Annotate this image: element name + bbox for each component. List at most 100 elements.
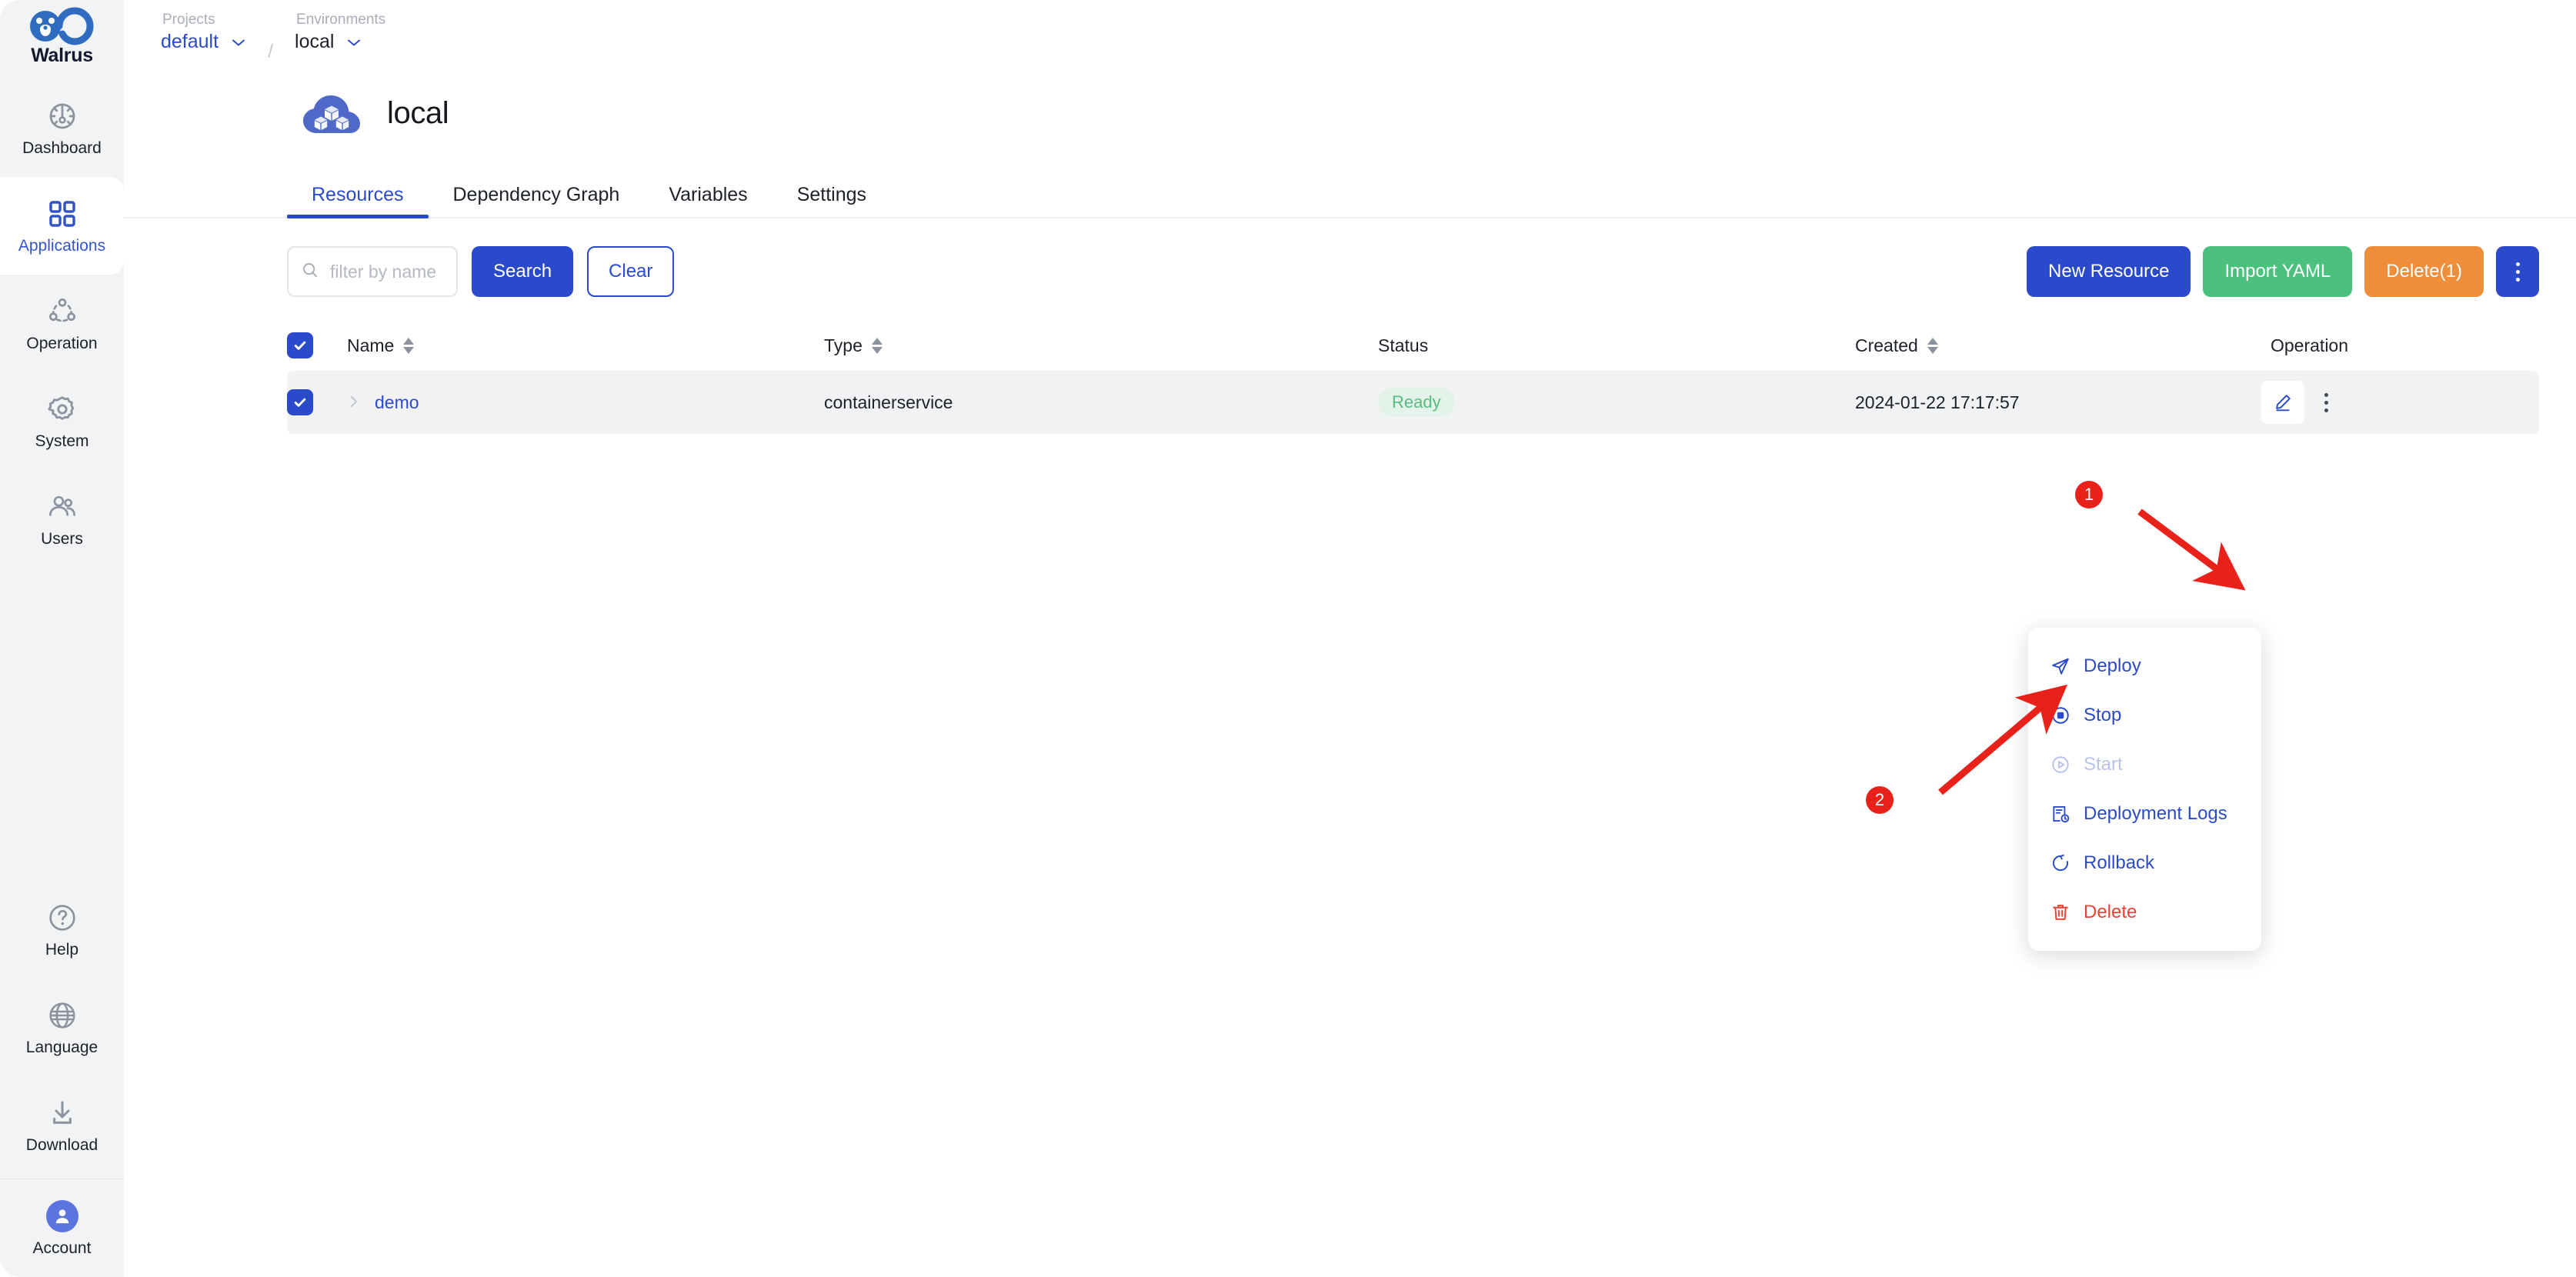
dashboard-icon xyxy=(46,100,78,132)
column-header-type[interactable]: Type xyxy=(824,335,1378,356)
sidebar-item-applications[interactable]: Applications xyxy=(0,177,124,275)
tab-dependency-graph[interactable]: Dependency Graph xyxy=(429,185,645,217)
clear-button[interactable]: Clear xyxy=(587,246,675,297)
table-toolbar: Search Clear New Resource Import YAML De… xyxy=(124,245,2576,298)
chevron-down-icon xyxy=(231,38,246,47)
sidebar-item-help[interactable]: Help xyxy=(0,881,124,979)
tab-bar: Resources Dependency Graph Variables Set… xyxy=(124,171,2576,218)
kebab-menu-icon xyxy=(2324,392,2328,412)
annotation-marker-1: 1 xyxy=(2075,481,2103,508)
column-header-created[interactable]: Created xyxy=(1855,335,2224,356)
menu-item-rollback[interactable]: Rollback xyxy=(2028,839,2261,888)
operation-nodes-icon xyxy=(46,295,78,328)
column-header-status: Status xyxy=(1378,335,1855,356)
import-yaml-button[interactable]: Import YAML xyxy=(2203,246,2353,297)
breadcrumb-separator: / xyxy=(268,41,274,62)
annotation-marker-2: 2 xyxy=(1866,786,1894,814)
delete-button[interactable]: Delete(1) xyxy=(2364,246,2484,297)
sidebar-item-label: Dashboard xyxy=(22,139,102,157)
sidebar-item-label: Applications xyxy=(18,237,106,255)
menu-item-label: Stop xyxy=(2084,705,2122,725)
edit-resource-button[interactable] xyxy=(2261,381,2304,424)
sidebar-item-account[interactable]: Account xyxy=(0,1179,124,1277)
table-row[interactable]: demo containerservice Ready 2024-01-22 1… xyxy=(287,371,2539,434)
search-icon xyxy=(301,261,319,283)
tab-settings[interactable]: Settings xyxy=(772,185,891,217)
sidebar-item-dashboard[interactable]: Dashboard xyxy=(0,79,124,177)
projects-caption: Projects xyxy=(162,12,215,28)
column-header-name[interactable]: Name xyxy=(347,335,824,356)
chevron-down-icon xyxy=(346,38,362,47)
projects-selector[interactable]: default xyxy=(161,30,246,53)
sidebar-item-operation[interactable]: Operation xyxy=(0,275,124,372)
row-context-menu: Deploy Stop Start Deployment Logs Rollba… xyxy=(2028,628,2261,951)
sidebar-item-label: System xyxy=(35,432,89,450)
more-actions-button[interactable] xyxy=(2496,246,2539,297)
column-label: Created xyxy=(1855,335,1918,355)
row-checkbox[interactable] xyxy=(287,389,313,415)
column-label: Name xyxy=(347,335,395,355)
sort-toggle-icon[interactable] xyxy=(1927,337,1938,354)
tab-resources[interactable]: Resources xyxy=(287,185,429,218)
menu-item-deploy[interactable]: Deploy xyxy=(2028,642,2261,691)
row-type-cell: containerservice xyxy=(824,392,953,412)
applications-grid-icon xyxy=(46,198,78,230)
globe-icon xyxy=(46,999,78,1032)
column-header-operation: Operation xyxy=(2224,335,2539,356)
resource-name-link[interactable]: demo xyxy=(375,392,419,413)
column-label: Operation xyxy=(2271,335,2349,355)
sidebar-item-label: Help xyxy=(45,941,79,959)
environments-selector[interactable]: local xyxy=(295,31,385,53)
menu-item-delete[interactable]: Delete xyxy=(2028,888,2261,937)
expand-row-icon[interactable] xyxy=(347,392,361,413)
menu-item-deployment-logs[interactable]: Deployment Logs xyxy=(2028,789,2261,839)
sort-toggle-icon[interactable] xyxy=(403,337,415,354)
search-button[interactable]: Search xyxy=(472,246,574,297)
kebab-menu-icon xyxy=(2515,262,2520,282)
menu-item-start: Start xyxy=(2028,740,2261,789)
send-icon xyxy=(2050,655,2071,677)
sidebar: Walrus Dashboard Applications Operation … xyxy=(0,0,124,1277)
cloud-cubes-icon xyxy=(299,87,364,140)
sidebar-item-users[interactable]: Users xyxy=(0,470,124,568)
sidebar-nav-top: Dashboard Applications Operation System … xyxy=(0,79,124,568)
page-title: local xyxy=(387,95,449,130)
brand-logo-block[interactable]: Walrus xyxy=(0,0,124,79)
status-badge: Ready xyxy=(1378,388,1455,417)
row-operation-group xyxy=(2261,381,2347,424)
rollback-icon xyxy=(2050,852,2071,874)
search-input[interactable] xyxy=(330,261,444,282)
toolbar-right: New Resource Import YAML Delete(1) xyxy=(2027,246,2539,297)
sidebar-item-label: Operation xyxy=(26,335,98,352)
sidebar-item-language[interactable]: Language xyxy=(0,979,124,1076)
stop-circle-icon xyxy=(2050,705,2071,726)
download-icon xyxy=(46,1097,78,1129)
users-icon xyxy=(46,491,78,523)
search-box[interactable] xyxy=(287,246,458,297)
row-created-cell: 2024-01-22 17:17:57 xyxy=(1855,392,2020,412)
sidebar-nav-bottom: Help Language Download Account xyxy=(0,881,124,1277)
logs-icon xyxy=(2050,803,2071,825)
play-circle-icon xyxy=(2050,754,2071,775)
column-label: Type xyxy=(824,335,863,355)
breadcrumb-environments: Environments local xyxy=(295,12,385,52)
gear-icon xyxy=(46,393,78,425)
menu-item-label: Start xyxy=(2084,754,2123,775)
projects-value: default xyxy=(161,30,219,52)
row-kebab-button[interactable] xyxy=(2304,381,2347,424)
trash-icon xyxy=(2050,902,2071,923)
menu-item-label: Deployment Logs xyxy=(2084,803,2227,824)
sidebar-item-system[interactable]: System xyxy=(0,372,124,470)
select-all-checkbox[interactable] xyxy=(287,332,313,358)
select-all-cell xyxy=(287,332,347,358)
sidebar-item-label: Users xyxy=(41,530,83,548)
new-resource-button[interactable]: New Resource xyxy=(2027,246,2191,297)
sort-toggle-icon[interactable] xyxy=(871,337,883,354)
toolbar-left: Search Clear xyxy=(287,246,675,297)
tab-variables[interactable]: Variables xyxy=(644,185,772,217)
menu-item-label: Deploy xyxy=(2084,655,2141,676)
menu-item-label: Delete xyxy=(2084,902,2137,922)
row-operation-cell xyxy=(2224,381,2539,424)
menu-item-stop[interactable]: Stop xyxy=(2028,691,2261,740)
sidebar-item-download[interactable]: Download xyxy=(0,1076,124,1174)
